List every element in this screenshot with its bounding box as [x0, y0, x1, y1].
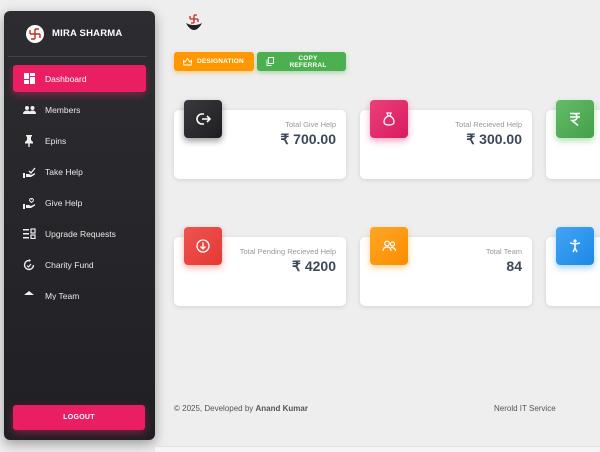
sidebar-item-label: Dashboard — [45, 73, 87, 84]
sidebar-brand: MIRA SHARMA — [8, 11, 147, 57]
card-label: Total Recieved Help — [455, 120, 522, 129]
sidebar-item-charity-fund[interactable]: Charity Fund — [13, 251, 146, 278]
card-value: ₹ 700.00 — [280, 131, 336, 147]
sidebar-item-label: Epins — [45, 135, 67, 146]
stat-card-total-pending-received-help: Total Pending Recieved Help ₹ 4200 — [174, 227, 346, 306]
sidebar-item-take-help[interactable]: Take Help — [13, 158, 146, 185]
upgrade-icon — [22, 227, 36, 241]
sidebar-item-label: Take Help — [45, 166, 83, 177]
sidebar-item-label: Give Help — [45, 197, 83, 208]
crown-icon — [183, 57, 192, 66]
dashboard-icon — [22, 72, 36, 86]
card-label: Total Give Help — [285, 120, 336, 129]
swastik-logo-icon — [26, 24, 44, 43]
footer-company: Nerold IT Service — [494, 404, 556, 413]
group-icon — [370, 227, 408, 265]
copy-referral-button[interactable]: COPY REFERRAL — [257, 52, 346, 71]
charity-icon — [22, 258, 36, 272]
sidebar-item-my-team[interactable]: My Team — [13, 282, 146, 300]
card-value: 84 — [506, 258, 522, 274]
developer-name: Anand Kumar — [255, 404, 308, 413]
stat-card-person — [546, 227, 600, 306]
designation-label: DESIGNATION — [197, 58, 244, 65]
sidebar-item-label: Upgrade Requests — [45, 228, 116, 239]
designation-button[interactable]: DESIGNATION — [174, 52, 254, 71]
pin-icon — [22, 134, 36, 148]
sidebar-item-epins[interactable]: Epins — [13, 127, 146, 154]
card-value: ₹ 4200 — [292, 258, 336, 274]
bottom-divider — [155, 446, 600, 452]
money-bag-icon — [370, 100, 408, 138]
stat-card-total-received-help: Total Recieved Help ₹ 300.00 — [360, 100, 532, 179]
team-icon — [22, 289, 36, 301]
take-help-icon — [22, 165, 36, 179]
download-circle-icon — [184, 227, 222, 265]
sidebar-item-give-help[interactable]: Give Help — [13, 189, 146, 216]
brand-logo-icon — [184, 12, 204, 32]
give-help-icon — [22, 196, 36, 210]
sidebar-item-label: My Team — [45, 290, 80, 301]
sidebar-item-label: Members — [45, 104, 81, 115]
copyright-text: © 2025, Developed by — [174, 404, 256, 413]
sidebar: MIRA SHARMA Dashboard Members Epins Take… — [4, 11, 155, 440]
card-label: Total Pending Recieved Help — [239, 247, 336, 256]
rupee-icon — [556, 100, 594, 138]
card-value: ₹ 300.00 — [466, 131, 522, 147]
sidebar-nav: Dashboard Members Epins Take Help Give H… — [4, 65, 155, 300]
redo-icon — [184, 100, 222, 138]
logout-button[interactable]: LOGOUT — [13, 405, 145, 430]
sidebar-item-dashboard[interactable]: Dashboard — [13, 65, 146, 92]
card-label: Total Team — [485, 247, 522, 256]
stat-card-total-team: Total Team 84 — [360, 227, 532, 306]
copy-referral-label: COPY REFERRAL — [289, 54, 327, 69]
person-icon — [556, 227, 594, 265]
stat-card-rupee — [546, 100, 600, 179]
sidebar-item-label: Charity Fund — [45, 259, 94, 270]
user-name: MIRA SHARMA — [52, 28, 123, 39]
people-icon — [22, 103, 36, 117]
copy-icon — [266, 57, 274, 66]
stat-card-total-give-help: Total Give Help ₹ 700.00 — [174, 100, 346, 179]
footer-copyright: © 2025, Developed by Anand Kumar — [174, 404, 308, 413]
sidebar-item-members[interactable]: Members — [13, 96, 146, 123]
sidebar-item-upgrade-requests[interactable]: Upgrade Requests — [13, 220, 146, 247]
